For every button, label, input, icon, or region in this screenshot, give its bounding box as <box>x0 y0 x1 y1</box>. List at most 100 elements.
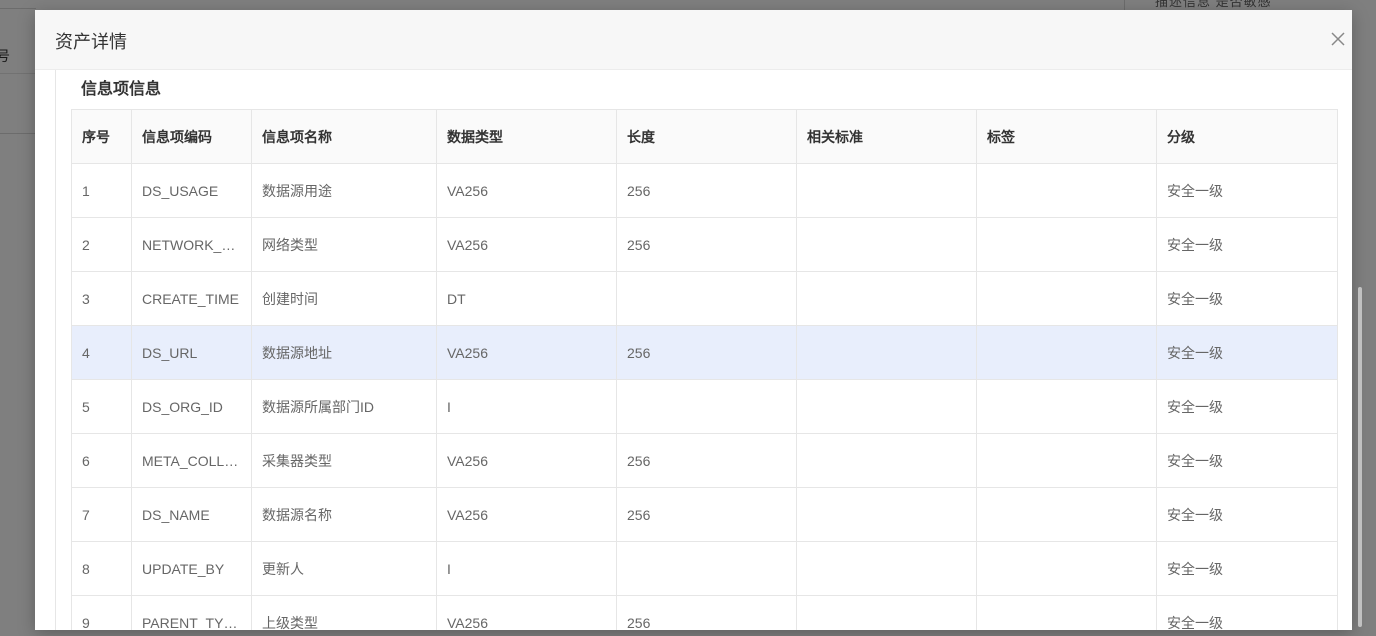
cell-name: 上级类型 <box>251 595 437 630</box>
table-row[interactable]: 7 DS_NAME 数据源名称 VA256 256 安全一级 <box>71 487 1338 542</box>
cell-name: 网络类型 <box>251 217 437 272</box>
cell-name: 创建时间 <box>251 271 437 326</box>
cell-index: 6 <box>71 433 132 488</box>
table-row[interactable]: 5 DS_ORG_ID 数据源所属部门ID I 安全一级 <box>71 379 1338 434</box>
cell-tag <box>976 595 1157 630</box>
column-header-code: 信息项编码 <box>131 109 252 164</box>
info-items-table: 序号 信息项编码 信息项名称 数据类型 长度 相关标准 标签 分级 1 DS_US… <box>71 109 1338 630</box>
page-scrollbar[interactable] <box>1352 10 1376 630</box>
table-row[interactable]: 2 NETWORK_TYPE 网络类型 VA256 256 安全一级 <box>71 217 1338 272</box>
cell-data-type: VA256 <box>436 325 617 380</box>
cell-length <box>616 541 797 596</box>
section-title: 信息项信息 <box>81 81 162 98</box>
cell-related-standard <box>796 271 977 326</box>
cell-related-standard <box>796 163 977 218</box>
column-header-length: 长度 <box>616 109 797 164</box>
cell-tag <box>976 541 1157 596</box>
cell-code: META_COLLECTOR_TYPE <box>131 433 252 488</box>
cell-tag <box>976 379 1157 434</box>
modal-header: 资产详情 <box>35 10 1352 70</box>
cell-index: 9 <box>71 595 132 630</box>
column-header-name: 信息项名称 <box>251 109 437 164</box>
cell-data-type: I <box>436 379 617 434</box>
cell-grade: 安全一级 <box>1156 433 1338 488</box>
cell-code: DS_USAGE <box>131 163 252 218</box>
cell-name: 采集器类型 <box>251 433 437 488</box>
table-row[interactable]: 3 CREATE_TIME 创建时间 DT 安全一级 <box>71 271 1338 326</box>
cell-grade: 安全一级 <box>1156 487 1338 542</box>
column-header-tag: 标签 <box>976 109 1157 164</box>
column-header-index: 序号 <box>71 109 132 164</box>
cell-index: 8 <box>71 541 132 596</box>
scrollbar-thumb[interactable] <box>1358 287 1362 627</box>
cell-code: UPDATE_BY <box>131 541 252 596</box>
cell-index: 7 <box>71 487 132 542</box>
cell-data-type: VA256 <box>436 433 617 488</box>
cell-length <box>616 271 797 326</box>
cell-code: DS_ORG_ID <box>131 379 252 434</box>
cell-length: 256 <box>616 487 797 542</box>
cell-index: 3 <box>71 271 132 326</box>
cell-grade: 安全一级 <box>1156 163 1338 218</box>
cell-grade: 安全一级 <box>1156 325 1338 380</box>
cell-code: PARENT_TYPE <box>131 595 252 630</box>
table-row[interactable]: 4 DS_URL 数据源地址 VA256 256 安全一级 <box>71 325 1338 380</box>
info-items-section: 信息项信息 序号 信息项编码 信息项名称 数据类型 长度 相关标准 标签 分级 … <box>55 70 1352 630</box>
cell-code: CREATE_TIME <box>131 271 252 326</box>
cell-related-standard <box>796 325 977 380</box>
cell-related-standard <box>796 541 977 596</box>
cell-index: 1 <box>71 163 132 218</box>
cell-data-type: VA256 <box>436 217 617 272</box>
cell-data-type: VA256 <box>436 595 617 630</box>
cell-length: 256 <box>616 433 797 488</box>
cell-tag <box>976 433 1157 488</box>
close-button[interactable] <box>1324 26 1352 52</box>
cell-data-type: VA256 <box>436 487 617 542</box>
cell-tag <box>976 487 1157 542</box>
cell-code: NETWORK_TYPE <box>131 217 252 272</box>
cell-name: 数据源地址 <box>251 325 437 380</box>
modal-body[interactable]: 信息项信息 序号 信息项编码 信息项名称 数据类型 长度 相关标准 标签 分级 … <box>35 70 1352 630</box>
cell-code: DS_URL <box>131 325 252 380</box>
cell-related-standard <box>796 487 977 542</box>
table-row[interactable]: 1 DS_USAGE 数据源用途 VA256 256 安全一级 <box>71 163 1338 218</box>
cell-related-standard <box>796 379 977 434</box>
table-body: 1 DS_USAGE 数据源用途 VA256 256 安全一级 2 NETWORK_TYPE 网… <box>71 163 1338 630</box>
cell-tag <box>976 217 1157 272</box>
cell-related-standard <box>796 595 977 630</box>
table-row[interactable]: 9 PARENT_TYPE 上级类型 VA256 256 安全一级 <box>71 595 1338 630</box>
table-row[interactable]: 8 UPDATE_BY 更新人 I 安全一级 <box>71 541 1338 596</box>
cell-grade: 安全一级 <box>1156 271 1338 326</box>
cell-length: 256 <box>616 595 797 630</box>
cell-name: 数据源用途 <box>251 163 437 218</box>
column-header-data-type: 数据类型 <box>436 109 617 164</box>
cell-grade: 安全一级 <box>1156 541 1338 596</box>
cell-grade: 安全一级 <box>1156 595 1338 630</box>
cell-index: 4 <box>71 325 132 380</box>
cell-length: 256 <box>616 325 797 380</box>
cell-length: 256 <box>616 217 797 272</box>
cell-tag <box>976 163 1157 218</box>
column-header-grade: 分级 <box>1156 109 1338 164</box>
cell-code: DS_NAME <box>131 487 252 542</box>
cell-grade: 安全一级 <box>1156 217 1338 272</box>
cell-tag <box>976 325 1157 380</box>
asset-detail-modal: 资产详情 信息项信息 序号 信息项编码 信息项名称 数据类型 长度 相关标准 标… <box>35 10 1352 630</box>
cell-name: 更新人 <box>251 541 437 596</box>
cell-data-type: DT <box>436 271 617 326</box>
cell-related-standard <box>796 433 977 488</box>
table-row[interactable]: 6META_COLLECTOR_TYPE采集器类型VA256256 安全一级 <box>71 433 1338 488</box>
cell-related-standard <box>796 217 977 272</box>
cell-index: 5 <box>71 379 132 434</box>
cell-length: 256 <box>616 163 797 218</box>
cell-grade: 安全一级 <box>1156 379 1338 434</box>
cell-index: 2 <box>71 217 132 272</box>
cell-name: 数据源所属部门ID <box>251 379 437 434</box>
cell-data-type: VA256 <box>436 163 617 218</box>
cell-name: 数据源名称 <box>251 487 437 542</box>
table-header-row: 序号 信息项编码 信息项名称 数据类型 长度 相关标准 标签 分级 <box>71 109 1338 164</box>
cell-length <box>616 379 797 434</box>
cell-data-type: I <box>436 541 617 596</box>
modal-title: 资产详情 <box>55 32 127 52</box>
column-header-related-standard: 相关标准 <box>796 109 977 164</box>
